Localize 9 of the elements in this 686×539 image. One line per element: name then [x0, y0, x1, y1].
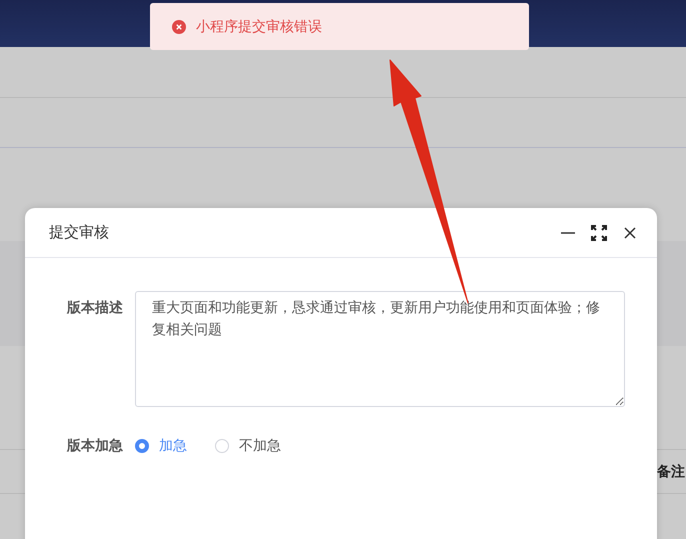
field-label: 版本加急: [66, 437, 123, 455]
dialog-title: 提交审核: [49, 223, 110, 242]
column-header: 备注: [657, 462, 685, 480]
toast-message: 小程序提交审核错误: [196, 18, 322, 36]
description-field[interactable]: 重大页面和功能更新，恳求通过审核，更新用户功能使用和页面体验；修复相关问题: [135, 291, 625, 407]
maximize-icon[interactable]: [589, 222, 609, 242]
field-label: 版本描述: [66, 299, 123, 317]
error-icon: [172, 20, 186, 34]
radio-option[interactable]: 不加急: [215, 437, 281, 455]
